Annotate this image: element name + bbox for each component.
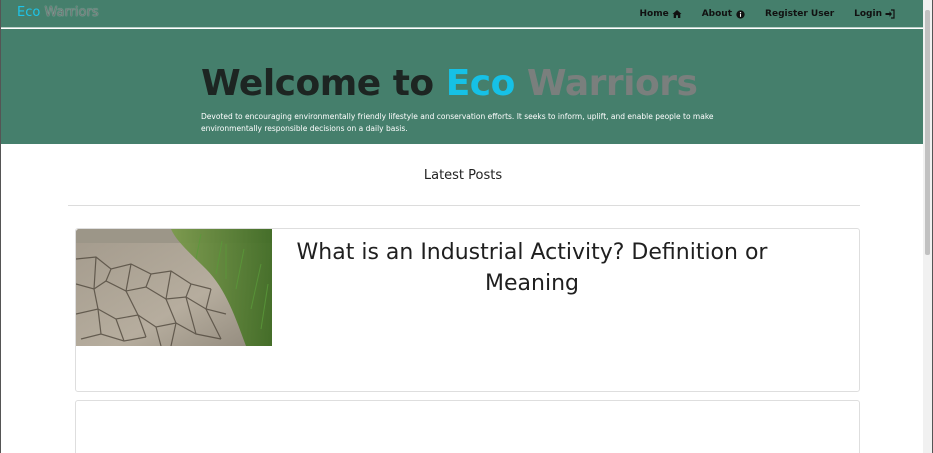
post-title[interactable]: What is an Industrial Activity? Definiti… [272,237,792,299]
post-thumbnail[interactable] [76,229,272,346]
nav-about-label: About [701,9,733,19]
section-divider [68,205,860,206]
page: Eco Warriors Home About Register User Lo… [0,0,933,453]
nav-about-link[interactable]: About [702,9,745,19]
scroll-down-arrow-icon[interactable] [924,445,931,452]
nav-home-label: Home [639,9,669,19]
hero-title: Welcome to Eco Warriors [201,63,698,104]
hero-title-warriors: Warriors [526,63,698,104]
post-card[interactable] [75,400,860,453]
info-icon [735,9,745,19]
nav-register-link[interactable]: Register User [765,9,834,19]
nav-home-link[interactable]: Home [640,9,682,19]
hero-title-eco: Eco [445,63,516,104]
navbar: Eco Warriors Home About Register User Lo… [1,0,925,28]
brand-logo[interactable]: Eco Warriors [17,5,99,20]
scrollbar-thumb[interactable] [925,10,930,255]
latest-posts-heading: Latest Posts [423,168,503,183]
brand-part-warriors: Warriors [44,5,99,20]
scroll-up-arrow-icon[interactable] [924,1,931,14]
brand-part-eco: Eco [17,5,41,20]
vertical-scrollbar[interactable] [923,0,932,453]
post-card[interactable]: What is an Industrial Activity? Definiti… [75,228,860,392]
nav-register-label: Register User [765,9,835,19]
nav-login-label: Login [854,9,882,19]
hero-title-welcome: Welcome to [201,63,434,104]
login-icon [885,9,895,19]
nav-links: Home About Register User Login [640,0,895,28]
hero-description: Devoted to encouraging environmentally f… [201,112,714,133]
hero-banner: Welcome to Eco Warriors Devoted to encou… [1,29,925,144]
nav-login-link[interactable]: Login [854,9,895,19]
home-icon [672,9,682,19]
